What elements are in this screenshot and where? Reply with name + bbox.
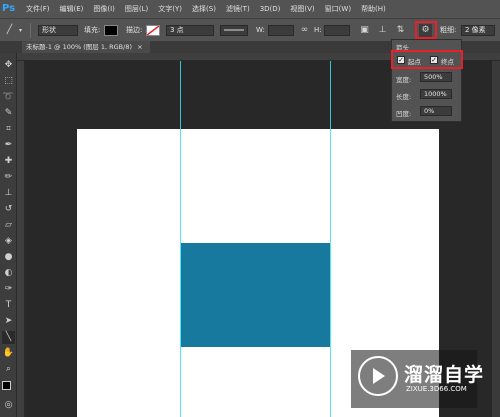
arrow-length-field[interactable]: 1000% [420,89,452,99]
foreground-color-swatch[interactable] [2,381,11,390]
link-icon[interactable]: ∞ [298,24,311,37]
blue-rectangle-shape[interactable] [181,243,330,347]
menu-3d[interactable]: 3D(D) [260,5,281,13]
divider [30,23,31,38]
weight-label: 粗细: [440,26,457,34]
start-end-highlight-box [391,50,463,69]
play-icon [373,368,385,384]
app-logo: Ps [2,3,16,14]
width-label: 宽度: [396,76,412,84]
zoom-tool-icon[interactable]: ⌕ [2,363,15,376]
watermark-title: 溜溜自学 [404,364,485,386]
eyedropper-tool-icon[interactable]: ✒ [2,139,15,152]
crop-tool-icon[interactable]: ⌗ [2,123,15,136]
guide-line-left[interactable] [180,61,181,417]
arrow-length-value: 1000% [424,90,447,98]
stroke-label: 描边: [126,26,143,34]
healing-brush-tool-icon[interactable]: ✚ [2,155,15,168]
concavity-label: 凹度: [396,110,412,118]
quick-select-tool-icon[interactable]: ✎ [2,107,15,120]
history-brush-tool-icon[interactable]: ↺ [2,203,15,216]
mode-value: 形状 [42,26,56,34]
mode-select[interactable]: 形状 [38,25,78,36]
hand-tool-icon[interactable]: ✋ [2,347,15,360]
fill-label: 填充: [84,26,101,34]
close-tab-icon[interactable]: × [137,43,142,51]
path-operations-icon[interactable]: ▣ [358,24,371,37]
blur-tool-icon[interactable]: ● [2,251,15,264]
path-arrangement-icon[interactable]: ⇅ [394,24,407,37]
menu-type[interactable]: 文字(Y) [158,4,182,14]
gear-highlight-box [415,21,437,39]
menu-edit[interactable]: 编辑(E) [60,4,84,14]
menu-image[interactable]: 图像(I) [93,4,115,14]
menu-file[interactable]: 文件(F) [26,4,50,14]
menu-layer[interactable]: 图层(L) [125,4,148,14]
width-field[interactable] [268,25,294,36]
dodge-tool-icon[interactable]: ◐ [2,267,15,280]
no-color-icon [146,25,160,36]
tool-preset-dropdown-icon[interactable]: ▾ [14,24,27,37]
document-tab-title: 未标题-1 @ 100% (图层 1, RGB/8) [26,43,133,51]
watermark-url: ZIXUE.3D66.COM [406,385,467,393]
arrow-concavity-field[interactable]: 0% [420,106,452,116]
h-label: H: [314,26,322,34]
stroke-swatch[interactable] [146,25,160,36]
move-tool-icon[interactable]: ✥ [2,59,15,72]
stroke-width-value: 3 点 [170,26,184,34]
document-tab[interactable]: 未标题-1 @ 100% (图层 1, RGB/8) × [22,41,150,53]
menu-window[interactable]: 窗口(W) [325,4,351,14]
path-selection-tool-icon[interactable]: ➤ [2,315,15,328]
path-alignment-icon[interactable]: ⊥ [376,24,389,37]
weight-value: 2 像素 [465,26,486,34]
eraser-tool-icon[interactable]: ▱ [2,219,15,232]
arrow-width-field[interactable]: 500% [420,72,452,82]
arrow-width-value: 500% [424,73,443,81]
vertical-scrollbar[interactable] [492,61,500,417]
w-label: W: [256,26,265,34]
stroke-type-select[interactable] [220,25,248,36]
length-label: 长度: [396,93,412,101]
menu-view[interactable]: 视图(V) [290,4,314,14]
menu-bar: Ps 文件(F) 编辑(E) 图像(I) 图层(L) 文字(Y) 选择(S) 滤… [0,0,500,18]
clone-stamp-tool-icon[interactable]: ⊥ [2,187,15,200]
stroke-line-icon [224,29,244,31]
lasso-tool-icon[interactable]: ➰ [2,91,15,104]
line-shape-tool-icon[interactable]: ╲ [2,331,15,344]
brush-tool-icon[interactable]: ✏ [2,171,15,184]
paint-bucket-tool-icon[interactable]: ◈ [2,235,15,248]
quick-mask-icon[interactable]: ◎ [2,399,15,412]
options-bar: ╱ ▾ 形状 填充: 描边: 3 点 W: ∞ H: ▣ ⊥ ⇅ ⚙ 粗细: 2… [0,18,500,41]
height-field[interactable] [324,25,350,36]
menu-select[interactable]: 选择(S) [192,4,216,14]
type-tool-icon[interactable]: T [2,299,15,312]
fill-swatch[interactable] [104,25,118,36]
vertical-ruler [17,61,25,417]
weight-field[interactable]: 2 像素 [461,25,495,36]
tools-panel: ✥ ⬚ ➰ ✎ ⌗ ✒ ✚ ✏ ⊥ ↺ ▱ ◈ ● ◐ ✑ T ➤ ╲ ✋ ⌕ … [0,53,17,417]
pen-tool-icon[interactable]: ✑ [2,283,15,296]
stroke-width-field[interactable]: 3 点 [166,25,214,36]
menu-filter[interactable]: 滤镜(T) [226,4,250,14]
arrow-concavity-value: 0% [424,107,435,115]
menu-help[interactable]: 帮助(H) [361,4,386,14]
marquee-tool-icon[interactable]: ⬚ [2,75,15,88]
guide-line-right[interactable] [330,61,331,417]
